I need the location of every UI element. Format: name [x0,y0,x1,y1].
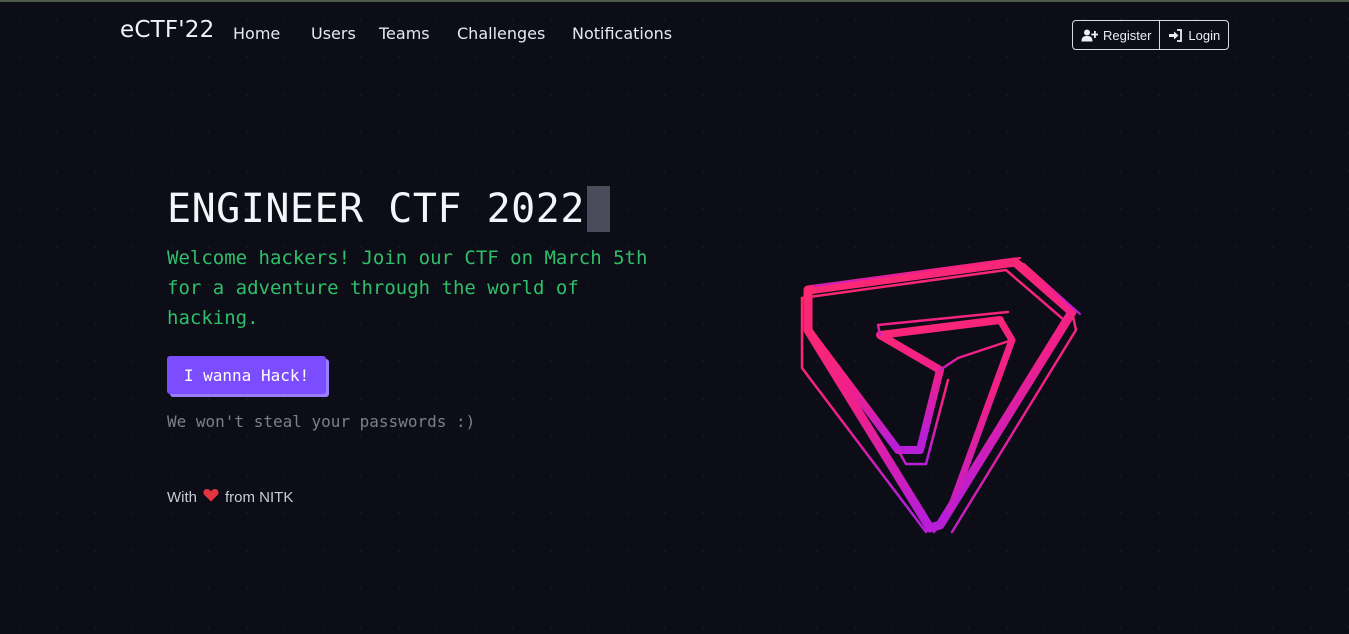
login-label: Login [1188,27,1221,43]
hack-button[interactable]: I wanna Hack! [167,356,326,394]
heart-icon [203,488,219,506]
nav-home[interactable]: Home [233,24,280,43]
brand-logo[interactable]: eCTF'22 [120,17,214,43]
triangle-logo [780,250,1090,540]
hero-description: Welcome hackers! Join our CTF on March 5… [167,247,648,329]
hero-title: ENGINEER CTF 2022 [167,186,585,232]
credit-suffix: from NITK [225,488,294,506]
user-plus-icon [1081,29,1098,42]
credit-prefix: With [167,488,197,506]
navbar: eCTF'22 Home Users Teams Challenges Noti… [0,2,1349,66]
register-button[interactable]: Register [1073,21,1159,49]
typing-cursor [586,186,610,232]
sign-in-icon [1168,28,1183,42]
nav-teams[interactable]: Teams [379,24,430,43]
auth-button-group: Register Login [1072,20,1230,50]
login-button[interactable]: Login [1159,21,1228,49]
register-label: Register [1103,27,1152,43]
hero-title-wrap: ENGINEER CTF 2022 [167,186,610,232]
credit-line: With from NITK [167,488,293,506]
disclaimer-text: We won't steal your passwords :) [167,412,476,431]
nav-challenges[interactable]: Challenges [457,24,545,43]
nav-notifications[interactable]: Notifications [572,24,672,43]
nav-users[interactable]: Users [311,24,356,43]
